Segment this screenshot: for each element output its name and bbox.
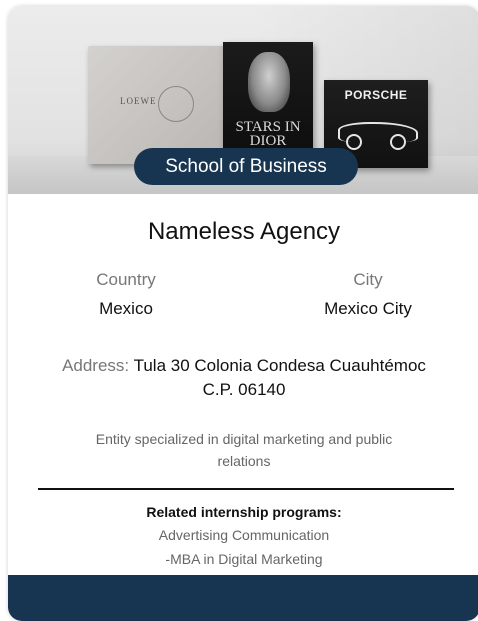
school-badge: School of Business	[134, 148, 358, 185]
book-dior-title: STARS IN DIOR	[235, 119, 301, 149]
country-label: Country	[96, 270, 156, 289]
address: Address: Tula 30 Colonia Condesa Cuauhté…	[48, 354, 440, 402]
book-porsche-title: PORSCHE	[344, 88, 408, 102]
country-value: Mexico	[99, 299, 153, 318]
book-dior-portrait	[248, 52, 290, 112]
agency-description: Entity specialized in digital marketing …	[95, 431, 393, 469]
program-item: Advertising Communication	[158, 527, 330, 543]
agency-name: Nameless Agency	[147, 218, 341, 245]
card-footer	[8, 575, 478, 621]
address-label: Address:	[62, 356, 130, 375]
city-value: Mexico City	[324, 299, 412, 318]
book-loewe-text: LOEWE	[120, 96, 157, 106]
hero-image: LOEWE STARS IN DIOR PORSCHE School of Bu…	[8, 6, 478, 194]
agency-card[interactable]: LOEWE STARS IN DIOR PORSCHE School of Bu…	[8, 6, 478, 621]
city-label: City	[353, 270, 383, 289]
address-value: Tula 30 Colonia Condesa Cuauhtémoc C.P. …	[133, 356, 426, 399]
program-item: -MBA in Digital Marketing	[165, 551, 323, 567]
city-block: City Mexico City	[278, 268, 458, 322]
country-block: Country Mexico	[36, 268, 216, 322]
divider	[38, 488, 454, 490]
book-loewe-logo	[158, 86, 194, 122]
wheel-icon	[346, 134, 362, 150]
related-programs-title: Related internship programs:	[146, 504, 342, 520]
wheel-icon	[390, 134, 406, 150]
book-loewe: LOEWE	[88, 46, 228, 164]
